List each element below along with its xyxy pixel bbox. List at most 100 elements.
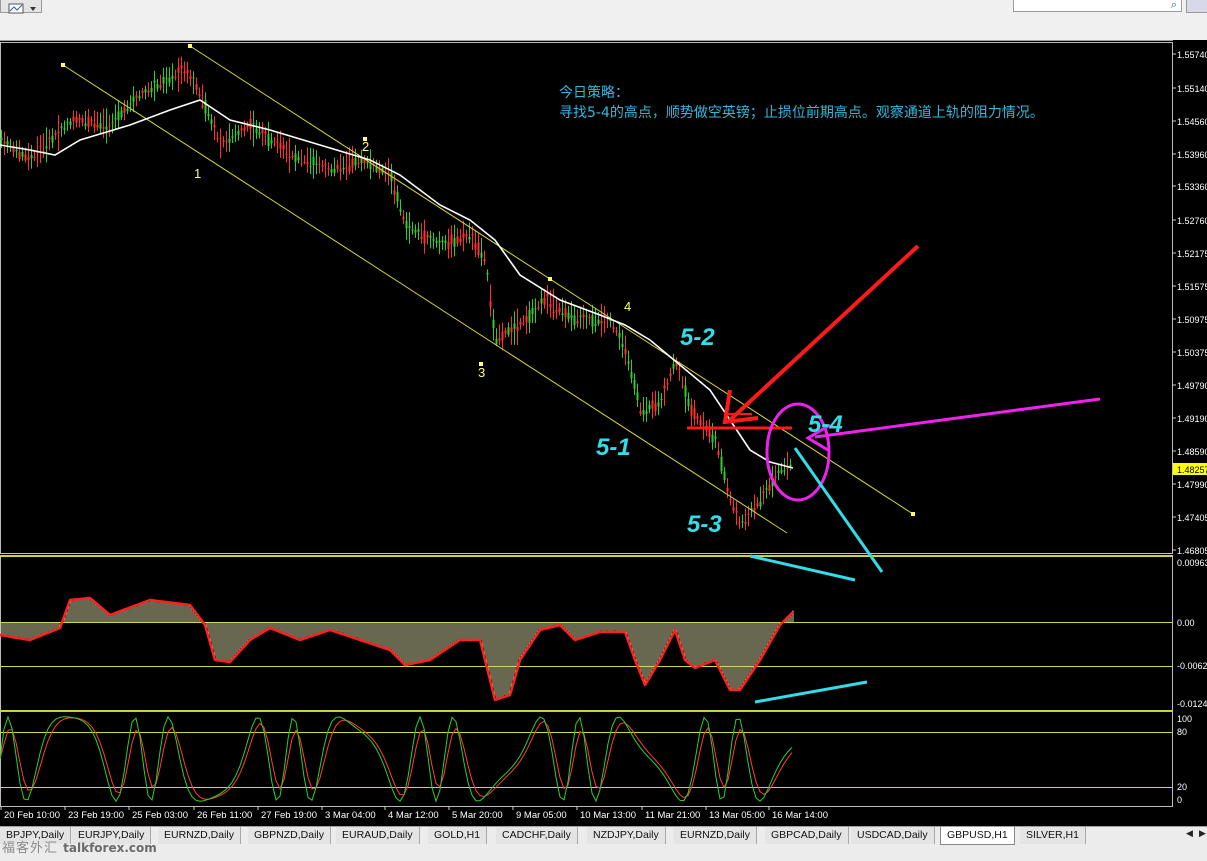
- time-tick-label: 23 Feb 19:00: [68, 810, 124, 821]
- macd-tick-label: 0.00963: [1177, 558, 1207, 568]
- time-tick-label: 4 Mar 12:00: [388, 810, 439, 821]
- candle-body: [702, 422, 705, 424]
- candle-body: [147, 90, 150, 93]
- price-tick-label: 1.54560: [1177, 117, 1207, 127]
- candle-body: [444, 240, 447, 244]
- price-axis: 1.55740 1.55140 1.54560 1.53960 1.53360 1.527…: [0, 40, 1207, 826]
- stochastic-tick-label: 80: [1177, 727, 1187, 737]
- triangle-right-icon[interactable]: ▶: [1199, 829, 1206, 839]
- candle-body: [723, 471, 726, 480]
- candle-body: [225, 140, 228, 142]
- price-tick-label: 1.50375: [1177, 348, 1207, 358]
- candle-body: [135, 95, 138, 98]
- search-input[interactable]: ⌕: [1013, 0, 1182, 12]
- macd-tick-label: -0.0062: [1177, 661, 1207, 671]
- candle-body: [213, 124, 216, 128]
- candle-body: [72, 116, 75, 122]
- candle-body: [768, 484, 771, 491]
- candle-body: [435, 241, 438, 243]
- candle-body: [759, 501, 762, 507]
- candle-body: [549, 304, 552, 308]
- candle-body: [111, 122, 114, 124]
- candle-body: [306, 162, 309, 165]
- candle-body: [555, 310, 558, 312]
- channel-anchor-point: [911, 512, 915, 516]
- candle-body: [483, 259, 486, 262]
- candle-body: [282, 144, 285, 150]
- candle-body: [657, 402, 660, 407]
- candle-body: [177, 67, 180, 73]
- handwritten-wave-label: 5-4: [808, 411, 843, 438]
- candle-body: [342, 167, 345, 170]
- triangle-left-icon[interactable]: ◀: [1186, 829, 1193, 839]
- time-tick-label: 13 Mar 05:00: [709, 810, 765, 821]
- tab-euraud-daily[interactable]: EURAUD,Daily: [336, 827, 420, 844]
- macd-tick-label: -0.0124: [1177, 699, 1207, 709]
- candle-body: [624, 348, 627, 355]
- tab-silver-h1[interactable]: SILVER,H1: [1020, 827, 1086, 844]
- candle-body: [732, 506, 735, 511]
- candle-body: [588, 317, 591, 319]
- time-tick-label: 10 Mar 13:00: [580, 810, 636, 821]
- price-tick-label: 1.55740: [1177, 50, 1207, 60]
- candle-body: [237, 130, 240, 135]
- candle-body: [114, 117, 117, 120]
- candle-body: [774, 476, 777, 478]
- candle-body: [351, 158, 354, 168]
- candle-body: [222, 140, 225, 142]
- tab-usdcad-daily[interactable]: USDCAD,Daily: [851, 827, 935, 844]
- candle-body: [396, 192, 399, 202]
- candle-body: [615, 330, 618, 333]
- candle-body: [3, 141, 6, 144]
- candle-body: [531, 308, 534, 315]
- candle-body: [432, 239, 435, 241]
- candle-body: [765, 488, 768, 490]
- candle-body: [591, 315, 594, 327]
- candle-body: [249, 118, 252, 129]
- candle-body: [267, 134, 270, 147]
- tab-nzdjpy-daily[interactable]: NZDJPY,Daily: [587, 827, 666, 844]
- candle-body: [438, 241, 441, 243]
- candle-body: [534, 308, 537, 310]
- tab-eurnzd-daily[interactable]: EURNZD,Daily: [158, 827, 242, 844]
- candle-body: [270, 139, 273, 144]
- candle-body: [561, 313, 564, 316]
- candle-body: [99, 123, 102, 129]
- tab-eurnzd-daily[interactable]: EURNZD,Daily: [674, 827, 758, 844]
- candle-body: [639, 411, 642, 414]
- candle-body: [174, 77, 177, 79]
- tab-gbpusd-h1[interactable]: GBPUSD,H1: [940, 827, 1015, 845]
- stochastic-oscillator: [0, 715, 793, 803]
- candle-body: [513, 323, 516, 329]
- price-tick-label: 1.51575: [1177, 282, 1207, 292]
- candle-body: [93, 123, 96, 128]
- candle-body: [102, 127, 105, 129]
- candle-body: [507, 327, 510, 335]
- stochastic-signal-path: [0, 717, 793, 800]
- candle-body: [33, 156, 36, 158]
- candle-body: [456, 236, 459, 244]
- candle-body: [681, 386, 684, 388]
- candle-body: [498, 338, 501, 341]
- candle-body: [480, 252, 483, 258]
- candle-body: [354, 157, 357, 166]
- candle-body: [528, 309, 531, 323]
- window-control-button[interactable]: [1186, 0, 1207, 13]
- candle-body: [693, 408, 696, 419]
- tab-gbpcad-daily[interactable]: GBPCAD,Daily: [765, 827, 849, 844]
- candle-body: [486, 272, 489, 275]
- time-tick-label: 27 Feb 19:00: [261, 810, 317, 821]
- candle-body: [171, 75, 174, 79]
- tab-gold-h1[interactable]: GOLD,H1: [428, 827, 488, 844]
- tab-gbpnzd-daily[interactable]: GBPNZD,Daily: [248, 827, 332, 844]
- candle-body: [30, 155, 33, 159]
- candle-body: [474, 243, 477, 250]
- candle-body: [627, 361, 630, 364]
- candle-body: [423, 230, 426, 244]
- candle-body: [780, 470, 783, 473]
- candle-body: [711, 434, 714, 443]
- candle-body: [747, 513, 750, 515]
- tab-cadchf-daily[interactable]: CADCHF,Daily: [496, 827, 578, 844]
- chart-type-button[interactable]: [0, 0, 42, 14]
- candle-body: [288, 156, 291, 158]
